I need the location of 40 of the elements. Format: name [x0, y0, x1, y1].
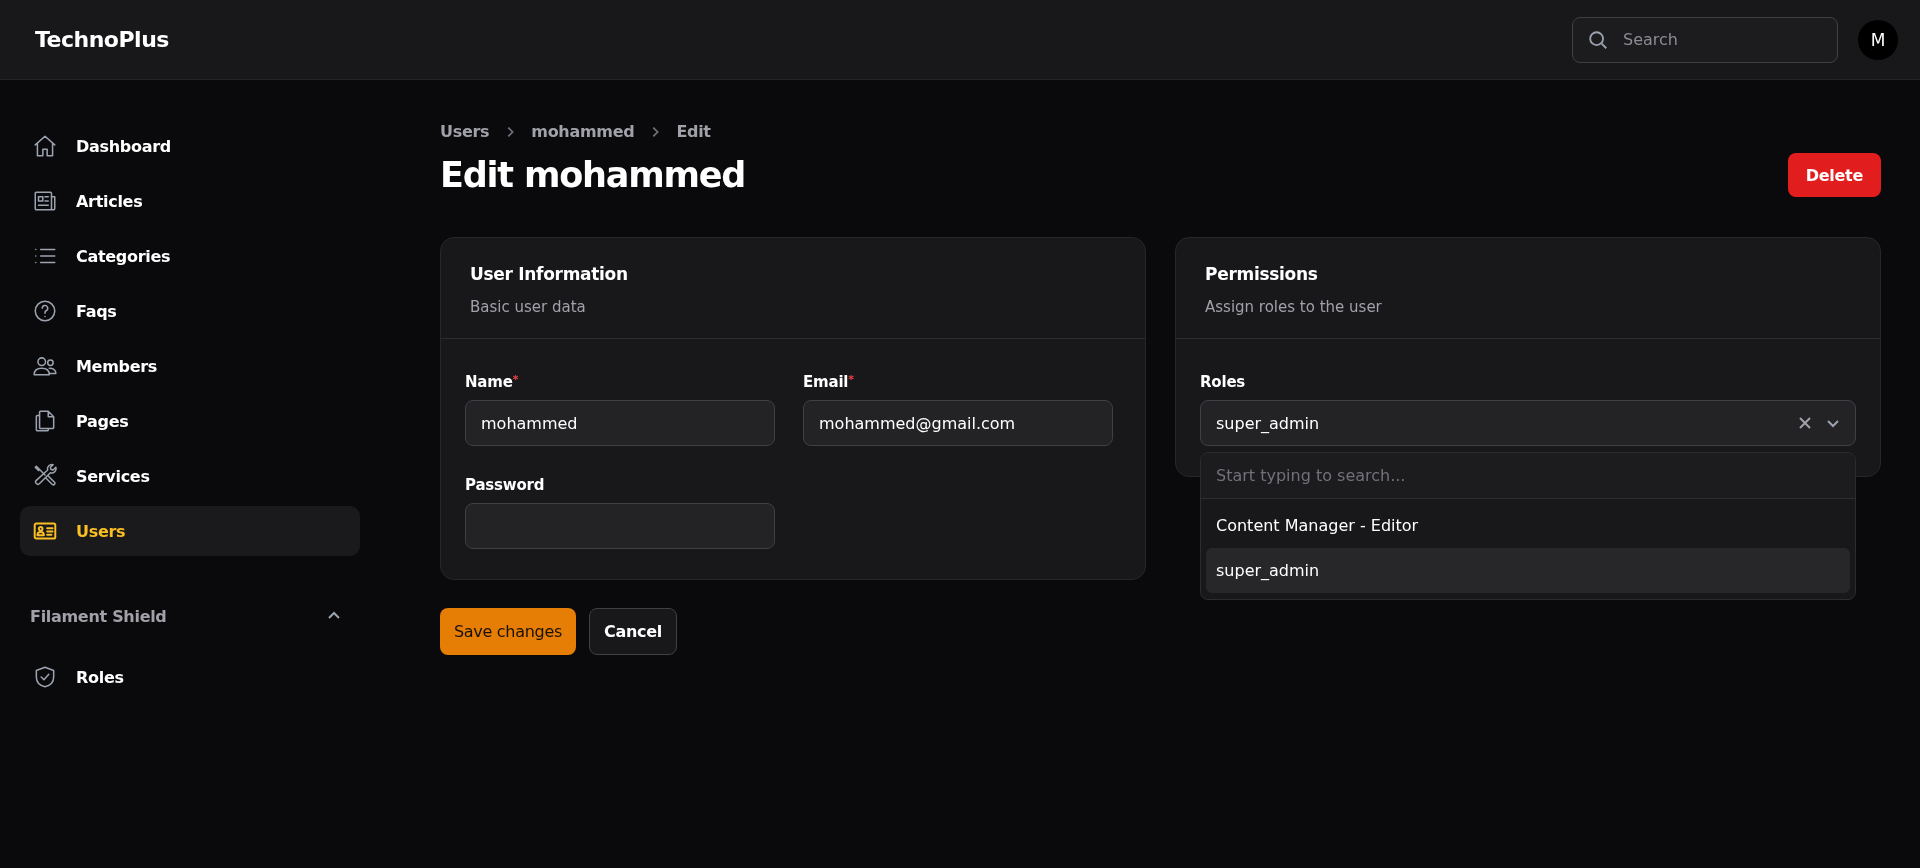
sidebar-item[interactable]: Users — [20, 506, 360, 556]
select-field[interactable]: super_admin — [1200, 400, 1856, 446]
delete-button[interactable]: Delete — [1787, 153, 1881, 197]
field-label: Roles — [1200, 373, 1247, 391]
brand-logo[interactable]: TechnoPlus — [35, 27, 169, 52]
card-subtitle: Basic user data — [470, 298, 587, 316]
field-label: Password — [465, 476, 546, 494]
card-title: Permissions — [1205, 264, 1319, 284]
sidebar-item[interactable]: Roles — [20, 652, 360, 702]
house-icon — [32, 133, 58, 159]
save-button[interactable]: Save changes — [440, 608, 576, 655]
tools-icon — [32, 463, 58, 489]
field-label: Name* — [465, 373, 520, 391]
breadcrumb[interactable]: Users — [440, 122, 490, 141]
input-field[interactable]: mohammed — [465, 400, 775, 446]
sidebar-item[interactable]: Faqs — [20, 286, 360, 336]
sidebar-item[interactable]: Services — [20, 451, 360, 501]
question-icon — [32, 298, 58, 324]
sidebar-item[interactable]: Pages — [20, 396, 360, 446]
card-title: User Information — [470, 264, 629, 284]
sidebar-item[interactable]: Articles — [20, 176, 360, 226]
user-avatar[interactable]: M — [1858, 19, 1898, 60]
cancel-button[interactable]: Cancel — [589, 608, 677, 655]
dropdown-option[interactable]: super_admin — [1206, 548, 1850, 593]
card-subtitle: Assign roles to the user — [1205, 298, 1383, 316]
input-field[interactable] — [465, 503, 775, 549]
search-field[interactable]: Search — [1572, 16, 1838, 63]
search-icon — [1587, 28, 1609, 51]
breadcrumb[interactable]: mohammed — [531, 122, 635, 141]
input-field[interactable]: mohammed@gmail.com — [803, 400, 1113, 446]
search-field[interactable]: Start typing to search... — [1201, 453, 1855, 499]
sidebar-item[interactable]: Dashboard — [20, 121, 360, 171]
field-label: Email* — [803, 373, 855, 391]
page-title: Edit mohammed — [440, 155, 746, 195]
nav-group-label[interactable]: Filament Shield — [30, 606, 167, 626]
close-icon[interactable] — [1797, 415, 1813, 431]
dropdown-option[interactable]: Content Manager - Editor — [1206, 503, 1850, 548]
sidebar-item[interactable]: Categories — [20, 231, 360, 281]
sidebar-item[interactable]: Members — [20, 341, 360, 391]
breadcrumb[interactable]: Edit — [676, 122, 711, 141]
